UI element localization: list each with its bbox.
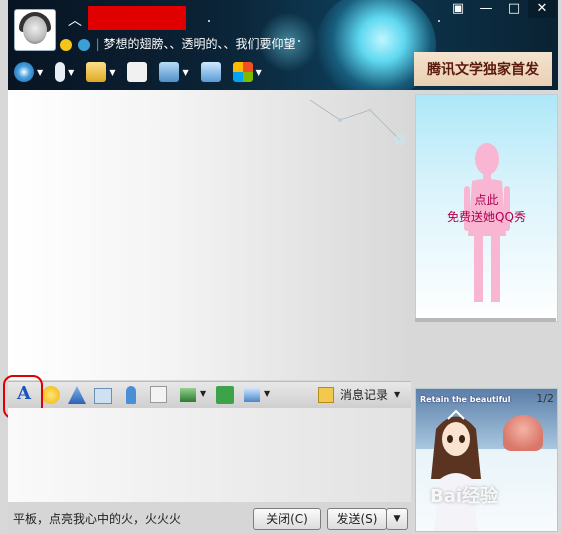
mood-line: | 梦想的翅膀、、透明的、、我们要仰望 [60,35,296,52]
skin-menu-button[interactable]: ▣ [444,0,472,18]
mood-text: 梦想的翅膀、、透明的、、我们要仰望 [103,37,296,51]
ad-panel[interactable]: Retain the beautiful 1/2 [415,388,558,532]
shake-icon[interactable] [68,386,86,404]
qzone-icon[interactable] [77,38,90,51]
chevron-down-icon[interactable]: ▼ [200,389,206,398]
baidu-watermark: Bai经验 [430,486,499,507]
chevron-down-icon: ▼ [37,67,44,77]
chevron-down-icon: ▼ [68,67,75,77]
ad-cake-image [503,415,543,451]
bottom-bar: 平板，点亮我心中的火，火火火 关闭(C) 发送(S) ▼ [8,502,411,534]
message-tool[interactable] [127,62,148,82]
send-button[interactable]: 发送(S) [327,508,387,530]
close-button[interactable]: ✕ [528,0,556,18]
input-toolbar: A ▼ ▼ 消息记录 ▼ [8,381,411,409]
message-history-button[interactable]: 消息记录 ▼ [318,386,400,403]
chevron-down-icon: ▼ [255,67,262,77]
notepad-icon[interactable] [150,386,167,403]
video-call-tool[interactable]: ▼ [14,62,43,82]
top-toolbar: ▼ ▼ ▼ ▼ ▼ [14,58,274,86]
star [438,20,440,22]
show-panel-footer [415,318,556,322]
send-file-tool[interactable]: ▼ [86,62,115,82]
name-arrow-icon[interactable]: ︿ [68,10,82,30]
chat-window: ︿ | 梦想的翅膀、、透明的、、我们要仰望 ▣ — □ ✕ ▼ ▼ ▼ ▼ ▼ … [0,0,561,534]
constellation-decoration [309,99,406,146]
star [298,40,300,42]
ad-girl-image [431,409,481,531]
video-camera-icon [14,62,34,82]
folder-arrow-icon [86,62,107,82]
gift-icon[interactable] [216,386,234,404]
share-screen-icon [200,62,221,82]
voice-call-tool[interactable]: ▼ [55,62,74,82]
star-icon[interactable] [60,38,72,51]
avatar-face [23,16,47,44]
show-text-line1[interactable]: 点此 [416,191,557,208]
constellation-star [368,108,372,112]
close-chat-button[interactable]: 关闭(C) [253,508,321,530]
header-bar: ︿ | 梦想的翅膀、、透明的、、我们要仰望 ▣ — □ ✕ ▼ ▼ ▼ ▼ ▼ … [8,0,558,90]
ad-page-indicator[interactable]: 1/2 [536,392,554,405]
title-buttons: ▣ — □ ✕ [444,0,556,18]
maximize-button[interactable]: □ [500,0,528,18]
voice-message-icon[interactable] [126,386,136,404]
apps-grid-icon [232,62,253,82]
star [208,20,210,22]
sms-icon [127,62,148,82]
microphone-icon [55,62,66,82]
status-text: 平板，点亮我心中的火，火火火 [13,512,182,526]
screen-capture-icon[interactable] [94,388,112,404]
remote-desktop-tool[interactable]: ▼ [159,62,189,82]
chevron-down-icon: ▼ [182,67,189,77]
constellation-line [309,99,401,141]
history-icon [318,386,334,403]
ad-title: Retain the beautiful [420,395,511,404]
share-screen-tool[interactable] [200,62,221,82]
remote-assist-icon[interactable] [244,388,260,402]
message-input[interactable] [8,408,411,502]
send-options-button[interactable]: ▼ [386,508,408,530]
apps-tool[interactable]: ▼ [232,62,262,82]
chevron-down-icon[interactable]: ▼ [264,389,270,398]
history-label: 消息记录 [340,388,389,402]
qq-show-panel[interactable]: 点此 免费送她QQ秀 [415,94,558,322]
monitor-icon [159,62,180,82]
image-icon[interactable] [180,388,196,402]
tencent-literature-ad[interactable]: 腾讯文学独家首发 [414,52,552,86]
emoji-icon[interactable] [42,386,60,404]
show-text-line2[interactable]: 免费送她QQ秀 [416,208,557,225]
constellation-bubble [394,134,406,146]
chevron-down-icon: ▼ [394,390,401,399]
minimize-button[interactable]: — [472,0,500,18]
chevron-down-icon: ▼ [109,67,116,77]
constellation-star [338,118,342,122]
redacted-nickname [88,6,186,30]
avatar[interactable] [14,9,56,51]
